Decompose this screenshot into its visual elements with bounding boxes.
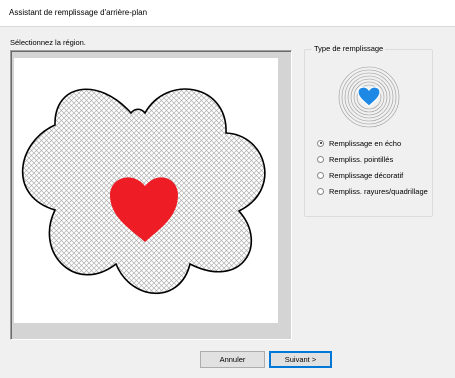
radio-dotted-fill-indicator[interactable] (317, 155, 324, 163)
echo-fill-preview (337, 64, 401, 128)
cancel-button[interactable]: Annuler (200, 351, 265, 368)
region-label: Sélectionnez la région. (10, 38, 86, 47)
fill-type-group: Type de remplissage Remplissage en écho … (304, 44, 433, 217)
radio-echo-fill[interactable]: Remplissage en écho (317, 138, 401, 148)
radio-echo-fill-indicator[interactable] (317, 139, 324, 147)
region-canvas[interactable] (14, 58, 278, 323)
next-button[interactable]: Suivant > (269, 351, 332, 368)
radio-dotted-fill[interactable]: Rempliss. pointillés (317, 154, 393, 164)
radio-decorative-fill[interactable]: Remplissage décoratif (317, 170, 403, 180)
window-title: Assistant de remplissage d'arrière-plan (9, 8, 148, 17)
radio-stripes-fill-label: Rempliss. rayures/quadrillage (329, 186, 428, 196)
radio-stripes-fill-indicator[interactable] (317, 187, 324, 195)
radio-echo-fill-label: Remplissage en écho (329, 138, 402, 148)
radio-decorative-fill-indicator[interactable] (317, 171, 324, 179)
preview-heart-icon (357, 86, 381, 107)
radio-decorative-fill-label: Remplissage décoratif (329, 170, 404, 180)
radio-dotted-fill-label: Rempliss. pointillés (329, 154, 394, 164)
radio-stripes-fill[interactable]: Rempliss. rayures/quadrillage (317, 186, 428, 196)
title-bar: Assistant de remplissage d'arrière-plan (0, 0, 455, 27)
fill-type-legend: Type de remplissage (312, 44, 386, 53)
region-preview-frame (10, 50, 292, 340)
